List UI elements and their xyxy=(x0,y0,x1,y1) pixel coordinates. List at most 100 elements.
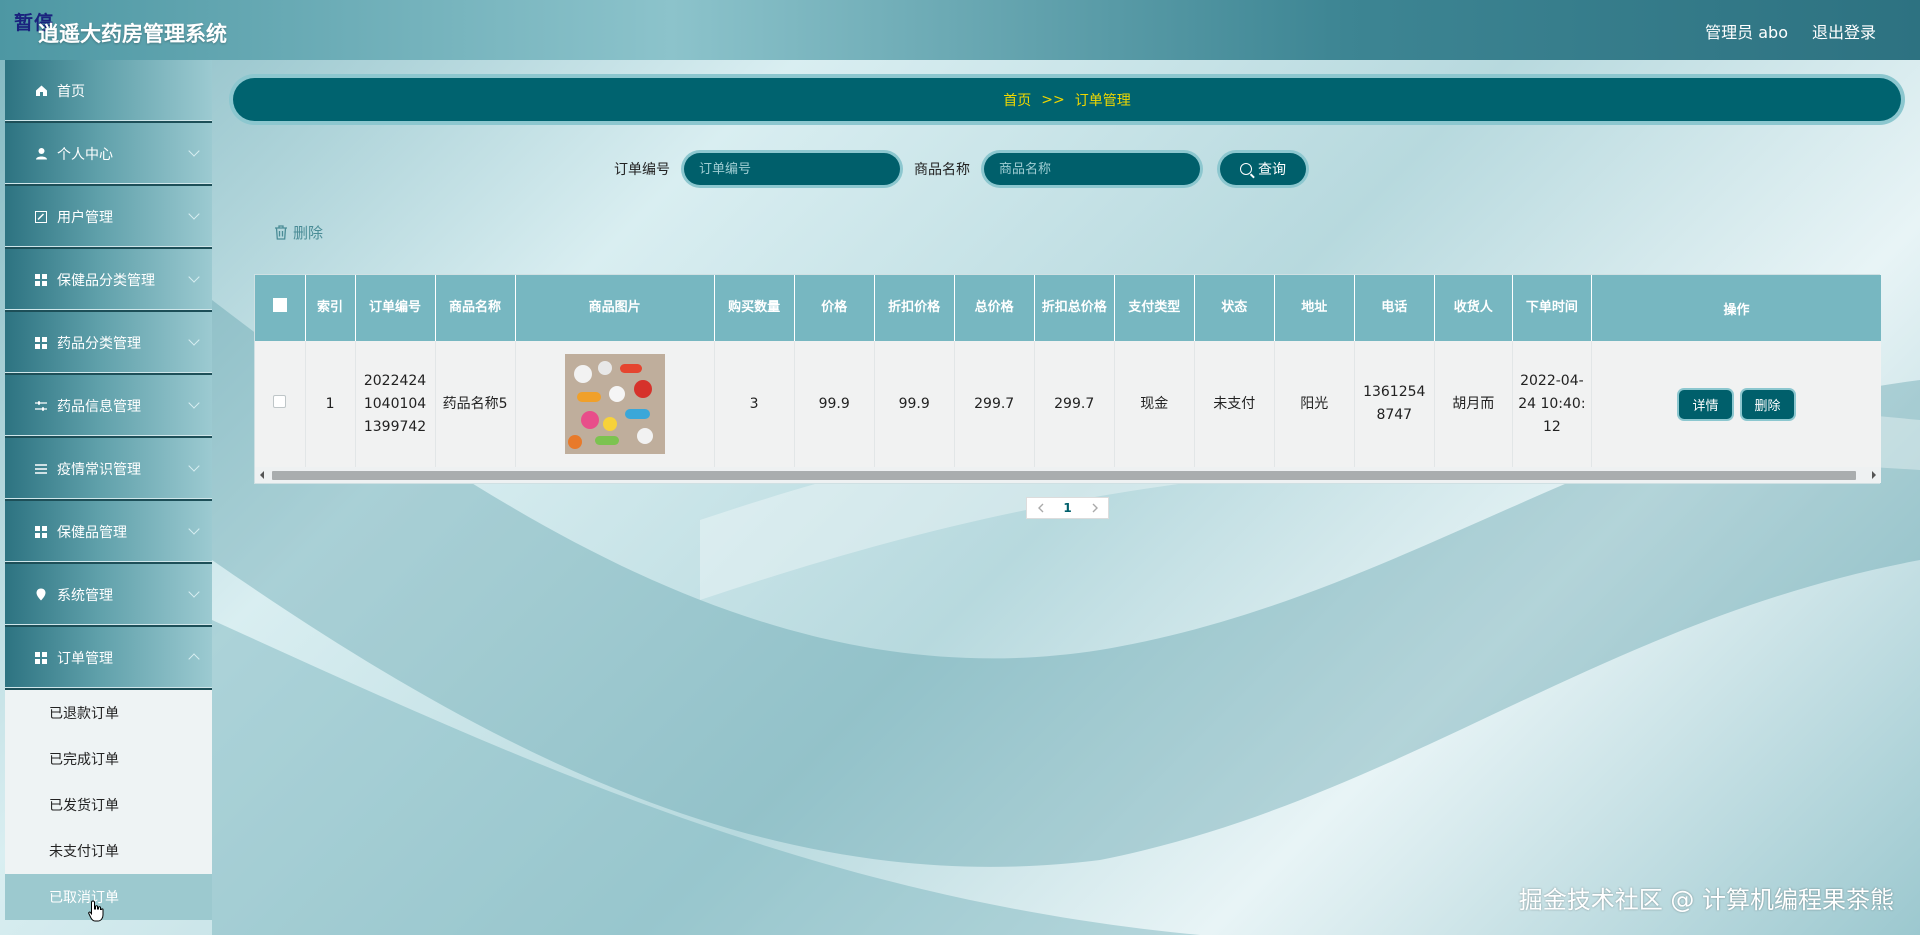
select-all-checkbox[interactable] xyxy=(272,297,287,312)
col-ops: 操作 xyxy=(1592,275,1881,341)
orders-submenu: 已退款订单 已完成订单 已发货订单 未支付订单 已取消订单 xyxy=(5,690,212,920)
detail-button[interactable]: 详情 xyxy=(1679,389,1732,419)
sidebar-item-drug-category[interactable]: 药品分类管理 xyxy=(5,312,212,375)
col-pay-type: 支付类型 xyxy=(1114,275,1195,341)
pills-image xyxy=(564,354,665,454)
pin-icon xyxy=(33,587,49,603)
cell-receiver: 胡月而 xyxy=(1434,341,1513,467)
col-product-image: 商品图片 xyxy=(515,275,715,341)
sidebar-item-label: 药品信息管理 xyxy=(57,398,141,415)
submenu-cancelled-orders[interactable]: 已取消订单 xyxy=(5,874,212,920)
home-icon xyxy=(33,83,49,99)
sidebar-item-label: 疫情常识管理 xyxy=(57,461,141,478)
col-receiver: 收货人 xyxy=(1434,275,1513,341)
row-ops: 详情 删除 xyxy=(1592,341,1881,467)
submenu-completed-orders[interactable]: 已完成订单 xyxy=(5,736,212,782)
sidebar-item-health-products[interactable]: 保健品管理 xyxy=(5,501,212,564)
product-name-input[interactable] xyxy=(984,153,1200,185)
product-thumbnail[interactable] xyxy=(564,354,665,454)
chevron-left-icon xyxy=(1037,503,1043,513)
sidebar-item-home[interactable]: 首页 xyxy=(5,60,212,123)
sidebar-item-drug-info[interactable]: 药品信息管理 xyxy=(5,375,212,438)
sidebar-item-label: 订单管理 xyxy=(57,650,113,667)
chevron-down-icon xyxy=(188,334,200,346)
cell-product-name: 药品名称5 xyxy=(435,341,516,467)
table-header-row: 索引 订单编号 商品名称 商品图片 购买数量 价格 折扣价格 总价格 折扣总价格… xyxy=(255,275,1593,341)
sidebar-item-users[interactable]: 用户管理 xyxy=(5,186,212,249)
list-icon xyxy=(33,461,49,477)
breadcrumb-home[interactable]: 首页 xyxy=(1003,90,1031,110)
col-discount-total: 折扣总价格 xyxy=(1034,275,1115,341)
watermark: 掘金技术社区 @ 计算机编程果茶熊 xyxy=(1518,886,1894,914)
breadcrumb: 首页 >> 订单管理 xyxy=(233,78,1901,121)
chevron-down-icon xyxy=(188,460,200,472)
grid-icon xyxy=(33,650,49,666)
orders-table-grid: 索引 订单编号 商品名称 商品图片 购买数量 价格 折扣价格 总价格 折扣总价格… xyxy=(255,275,1593,467)
cell-address: 阳光 xyxy=(1274,341,1355,467)
submenu-shipped-orders[interactable]: 已发货订单 xyxy=(5,782,212,828)
logout-link[interactable]: 退出登录 xyxy=(1812,19,1876,43)
cell-status: 未支付 xyxy=(1194,341,1275,467)
order-no-input[interactable] xyxy=(684,153,900,185)
sidebar-item-health-category[interactable]: 保健品分类管理 xyxy=(5,249,212,312)
delete-row-button[interactable]: 删除 xyxy=(1741,389,1794,419)
chevron-down-icon xyxy=(188,397,200,409)
chevron-down-icon xyxy=(188,271,200,283)
edit-icon xyxy=(33,209,49,225)
admin-label[interactable]: 管理员 abo xyxy=(1705,19,1788,43)
col-address: 地址 xyxy=(1274,275,1355,341)
grid-icon xyxy=(33,335,49,351)
select-all-cell xyxy=(255,275,306,341)
row-checkbox[interactable] xyxy=(273,394,287,408)
operations-column: 操作 详情 删除 xyxy=(1592,275,1881,467)
cell-total-price: 299.7 xyxy=(954,341,1035,467)
col-price: 价格 xyxy=(794,275,875,341)
sidebar-item-system[interactable]: 系统管理 xyxy=(5,564,212,627)
query-button-label: 查询 xyxy=(1258,161,1286,177)
sidebar-item-label: 系统管理 xyxy=(57,587,113,604)
col-order-no: 订单编号 xyxy=(355,275,436,341)
submenu-unpaid-orders[interactable]: 未支付订单 xyxy=(5,828,212,874)
chevron-down-icon xyxy=(188,586,200,598)
order-no-label: 订单编号 xyxy=(614,162,670,178)
pagination: 1 xyxy=(1026,497,1109,519)
app-title: 逍遥大药房管理系统 xyxy=(38,22,227,46)
cell-index: 1 xyxy=(305,341,356,467)
cell-order-time: 2022-04-24 10:40:12 xyxy=(1512,341,1593,467)
cell-phone: 13612548747 xyxy=(1354,341,1435,467)
horizontal-scrollbar[interactable] xyxy=(255,467,1881,483)
chevron-up-icon xyxy=(188,653,200,665)
sidebar-item-label: 用户管理 xyxy=(57,209,113,226)
prev-page-button[interactable] xyxy=(1027,498,1054,518)
col-order-time: 下单时间 xyxy=(1512,275,1593,341)
col-quantity: 购买数量 xyxy=(714,275,795,341)
chevron-right-icon xyxy=(1092,503,1098,513)
sidebar-item-epidemic[interactable]: 疫情常识管理 xyxy=(5,438,212,501)
cell-discount-price: 99.9 xyxy=(874,341,955,467)
query-button[interactable]: 查询 xyxy=(1220,153,1306,185)
cell-quantity: 3 xyxy=(714,341,795,467)
orders-table: 索引 订单编号 商品名称 商品图片 购买数量 价格 折扣价格 总价格 折扣总价格… xyxy=(254,274,1881,484)
batch-delete-label: 删除 xyxy=(293,224,324,242)
hand-cursor-icon xyxy=(88,900,104,922)
col-total-price: 总价格 xyxy=(954,275,1035,341)
breadcrumb-current: 订单管理 xyxy=(1074,92,1131,109)
page-number[interactable]: 1 xyxy=(1054,498,1081,518)
cell-product-image xyxy=(515,341,715,467)
trash-icon xyxy=(275,225,287,240)
breadcrumb-separator: >> xyxy=(1041,91,1065,108)
row-select-cell xyxy=(255,341,306,467)
scrollbar-thumb[interactable] xyxy=(272,471,1856,480)
sidebar-item-label: 保健品管理 xyxy=(57,524,127,541)
sidebar-item-orders[interactable]: 订单管理 xyxy=(5,627,212,690)
next-page-button[interactable] xyxy=(1081,498,1108,518)
scroll-right-icon[interactable] xyxy=(1872,471,1876,479)
cell-discount-total: 299.7 xyxy=(1034,341,1115,467)
sidebar: 首页 个人中心 用户管理 保健品分类管理 药品分类管理 药品信息管理 疫情常识管… xyxy=(5,60,212,935)
cell-price: 99.9 xyxy=(794,341,875,467)
batch-delete-button[interactable]: 删除 xyxy=(274,222,323,243)
chevron-down-icon xyxy=(188,523,200,535)
scroll-left-icon[interactable] xyxy=(260,471,264,479)
submenu-refunded-orders[interactable]: 已退款订单 xyxy=(5,690,212,736)
table-row: 1 20224241040104 1399742 药品名称5 3 99.9 99… xyxy=(255,341,1593,467)
